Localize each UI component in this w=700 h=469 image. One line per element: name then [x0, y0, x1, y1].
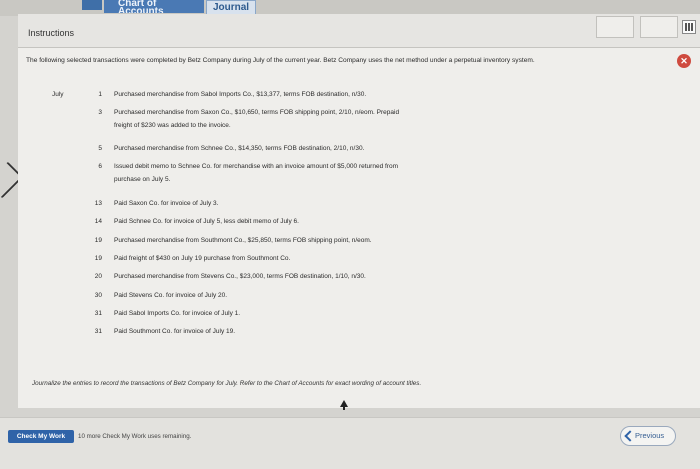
header-control-box[interactable] [596, 16, 634, 38]
transaction-day: 3 [98, 109, 102, 116]
transaction-description: Purchased merchandise from Southmont Co.… [114, 237, 372, 244]
tab-chart-of-accounts[interactable]: Chart of Accounts [104, 0, 204, 13]
transaction-day: 5 [98, 145, 102, 152]
transaction-description: Purchased merchandise from Schnee Co., $… [114, 145, 365, 152]
mouse-cursor-stem [343, 406, 345, 410]
chevron-left-icon [624, 430, 636, 442]
transaction-day: 31 [94, 310, 102, 317]
month-label: July [52, 91, 64, 98]
transaction-day: 30 [94, 292, 102, 299]
remaining-uses-text: 10 more Check My Work uses remaining. [78, 433, 192, 440]
tab-journal[interactable]: Journal [206, 0, 256, 15]
transaction-description: Paid Sabol Imports Co. for invoice of Ju… [114, 310, 241, 317]
close-icon[interactable]: ✕ [677, 54, 691, 68]
grid-icon[interactable] [682, 20, 696, 34]
transaction-day: 1 [98, 91, 102, 98]
transaction-description: Paid Saxon Co. for invoice of July 3. [114, 200, 219, 207]
journalize-instruction: Journalize the entries to record the tra… [32, 380, 422, 387]
transaction-description: Purchased merchandise from Stevens Co., … [114, 273, 366, 280]
transaction-day: 13 [94, 200, 102, 207]
instructions-intro: The following selected transactions were… [26, 57, 535, 64]
transaction-description: Paid Southmont Co. for invoice of July 1… [114, 328, 236, 335]
transaction-day: 20 [94, 273, 102, 280]
transaction-day: 19 [94, 255, 102, 262]
transaction-description: Paid Stevens Co. for invoice of July 20. [114, 292, 228, 299]
header-control-box[interactable] [640, 16, 678, 38]
transaction-day: 14 [94, 218, 102, 225]
previous-label: Previous [635, 431, 665, 440]
transaction-description: Issued debit memo to Schnee Co. for merc… [114, 163, 398, 183]
transaction-day: 19 [94, 237, 102, 244]
transaction-description: Paid freight of $430 on July 19 purchase… [114, 255, 291, 262]
transaction-description: Paid Schnee Co. for invoice of July 5, l… [114, 218, 299, 225]
instructions-title: Instructions [28, 28, 75, 38]
tab-stub[interactable] [82, 0, 102, 10]
instructions-panel: ✕ The following selected transactions we… [18, 48, 700, 408]
check-my-work-button[interactable]: Check My Work [8, 430, 74, 443]
instructions-header: Instructions [18, 14, 700, 48]
transaction-description: Purchased merchandise from Saxon Co., $1… [114, 109, 400, 129]
bottom-bar: Check My Work 10 more Check My Work uses… [0, 417, 700, 469]
transaction-day: 6 [98, 163, 102, 170]
previous-button[interactable]: Previous [620, 426, 676, 446]
transaction-day: 31 [94, 328, 102, 335]
transaction-description: Purchased merchandise from Sabol Imports… [114, 91, 367, 98]
